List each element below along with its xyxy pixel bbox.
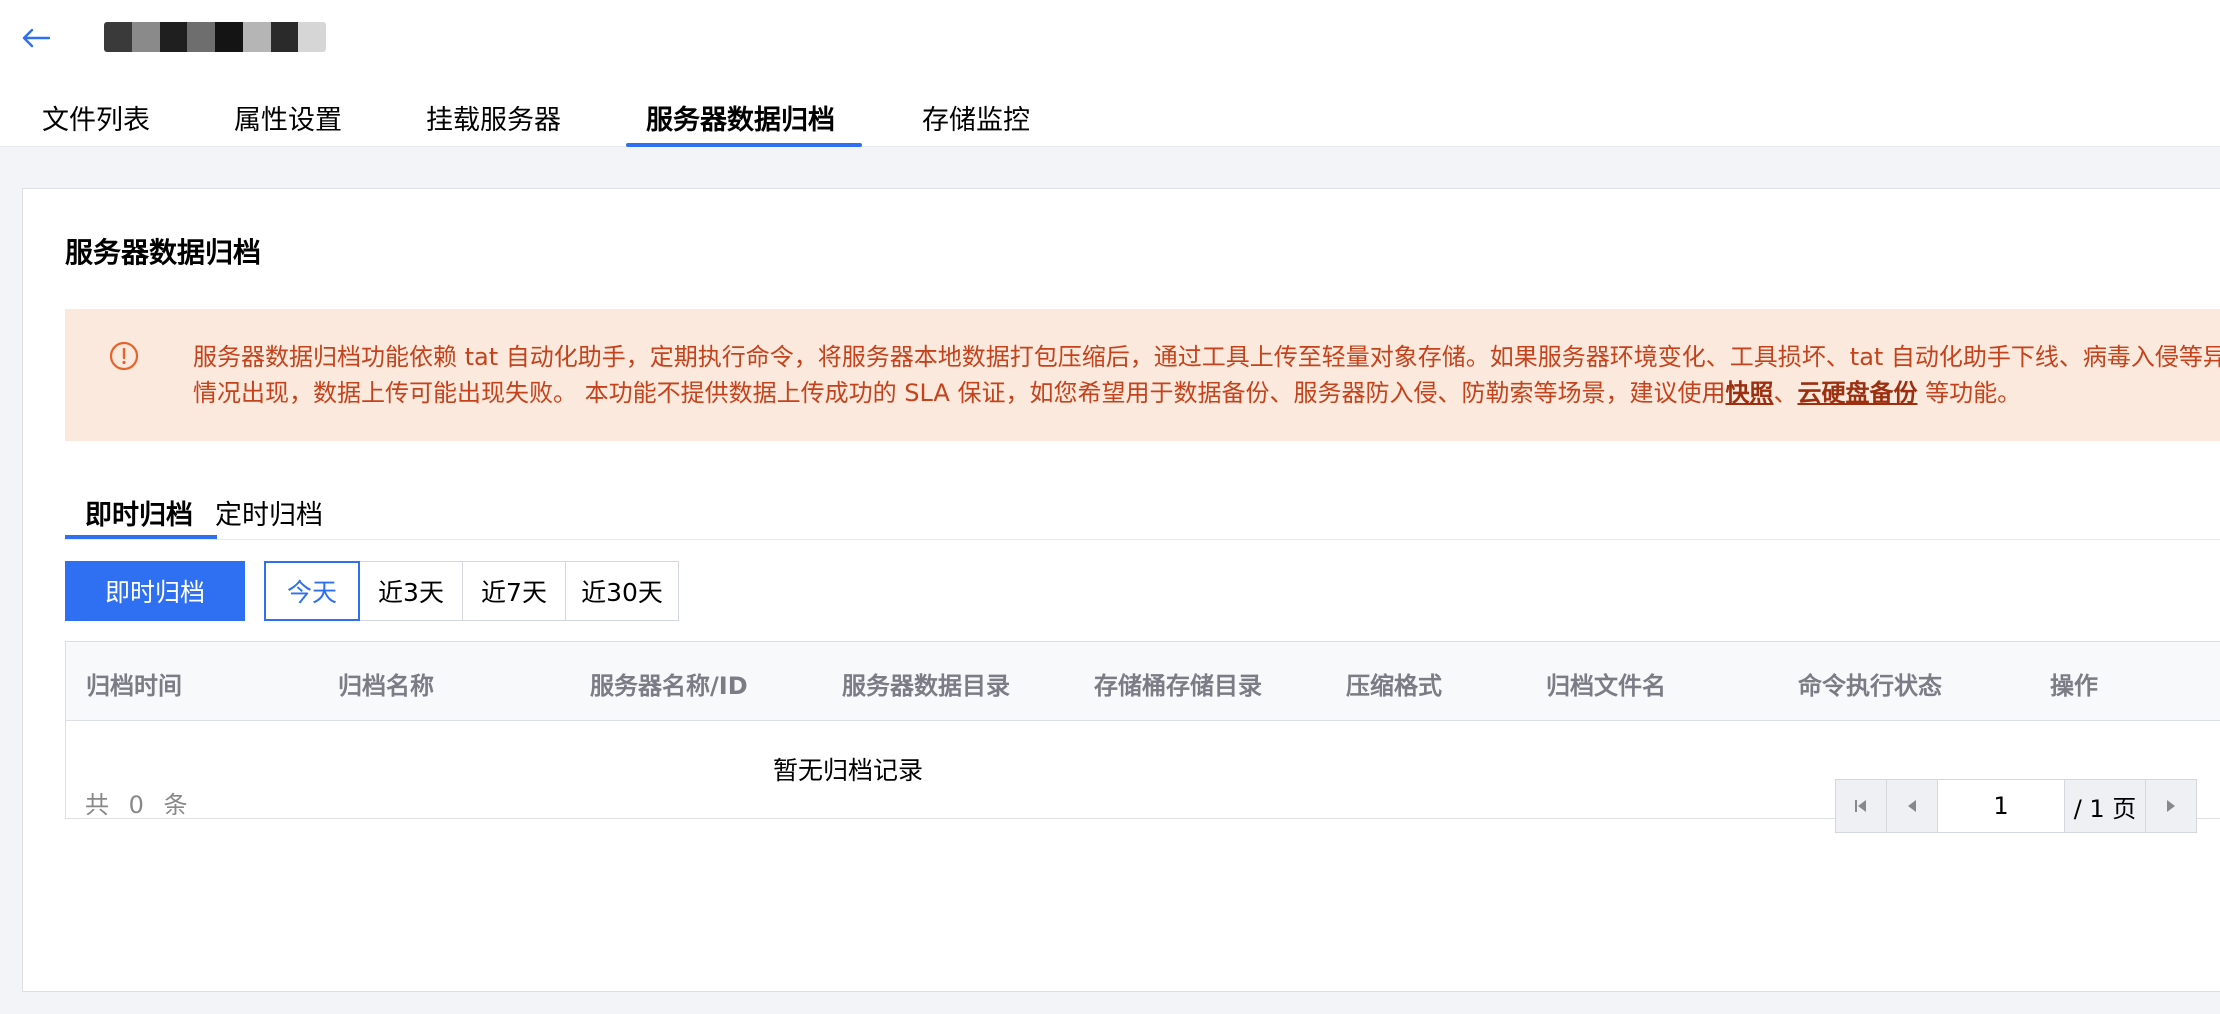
tab-file-list[interactable]: 文件列表 (42, 98, 150, 137)
instant-archive-button[interactable]: 即时归档 (65, 561, 245, 621)
range-30-days[interactable]: 近30天 (565, 561, 679, 621)
page-number-input[interactable] (1938, 780, 2065, 832)
prev-page-button[interactable] (1887, 780, 1938, 832)
next-page-button[interactable] (2146, 780, 2196, 832)
subtab-instant-archive[interactable]: 即时归档 (85, 493, 193, 532)
range-3-days[interactable]: 近3天 (359, 561, 463, 621)
subtab-scheduled-archive[interactable]: 定时归档 (215, 493, 323, 532)
page-title: 服务器数据归档 (65, 236, 262, 269)
total-count: 共 0 条 (85, 791, 194, 819)
col-bucket-dir: 存储桶存储目录 (1094, 672, 1262, 700)
page-total: / 1 页 (2065, 780, 2146, 832)
cloud-disk-backup-link[interactable]: 云硬盘备份 (1797, 379, 1917, 407)
exclamation-circle-icon (109, 341, 139, 371)
tab-storage-monitor[interactable]: 存储监控 (922, 98, 1030, 137)
col-archive-name: 归档名称 (338, 672, 434, 700)
col-archive-filename: 归档文件名 (1546, 672, 1666, 700)
empty-state: 暂无归档记录 (772, 756, 923, 785)
back-button[interactable] (18, 20, 54, 56)
pagination: / 1 页 (1835, 779, 2197, 833)
tab-properties[interactable]: 属性设置 (234, 98, 342, 137)
col-server-name-id: 服务器名称/ID (590, 672, 748, 700)
arrow-left-icon (22, 28, 51, 48)
snapshot-link[interactable]: 快照 (1725, 379, 1773, 407)
col-command-status: 命令执行状态 (1798, 672, 1942, 700)
col-compress-format: 压缩格式 (1346, 672, 1442, 700)
first-page-icon (1855, 800, 1866, 812)
col-server-data-dir: 服务器数据目录 (842, 672, 1010, 700)
next-page-icon (2167, 800, 2175, 812)
range-today[interactable]: 今天 (264, 561, 360, 621)
warning-text: 服务器数据归档功能依赖 tat 自动化助手，定期执行命令，将服务器本地数据打包压… (193, 343, 2220, 407)
archive-card: 服务器数据归档 服务器数据归档功能依赖 tat 自动化助手，定期执行命令，将服务… (22, 188, 2220, 992)
warning-alert: 服务器数据归档功能依赖 tat 自动化助手，定期执行命令，将服务器本地数据打包压… (65, 309, 2220, 441)
date-range-selector: 今天 近3天 近7天 近30天 (264, 561, 679, 621)
resource-name-redacted (104, 22, 326, 52)
table-header: 归档时间 归档名称 服务器名称/ID 服务器数据目录 存储桶存储目录 压缩格式 … (66, 642, 2220, 721)
tab-server-data-archive[interactable]: 服务器数据归档 (646, 98, 835, 137)
col-actions: 操作 (2050, 672, 2098, 700)
active-tab-indicator (626, 143, 862, 147)
prev-page-icon (1908, 800, 1916, 812)
tab-mounted-servers[interactable]: 挂载服务器 (426, 98, 561, 137)
first-page-button[interactable] (1836, 780, 1887, 832)
col-archive-time: 归档时间 (86, 672, 182, 700)
top-header: 文件列表 属性设置 挂载服务器 服务器数据归档 存储监控 (0, 0, 2220, 147)
active-subtab-indicator (65, 535, 217, 539)
range-7-days[interactable]: 近7天 (462, 561, 566, 621)
archive-mode-tabs: 即时归档 定时归档 (65, 489, 2220, 540)
